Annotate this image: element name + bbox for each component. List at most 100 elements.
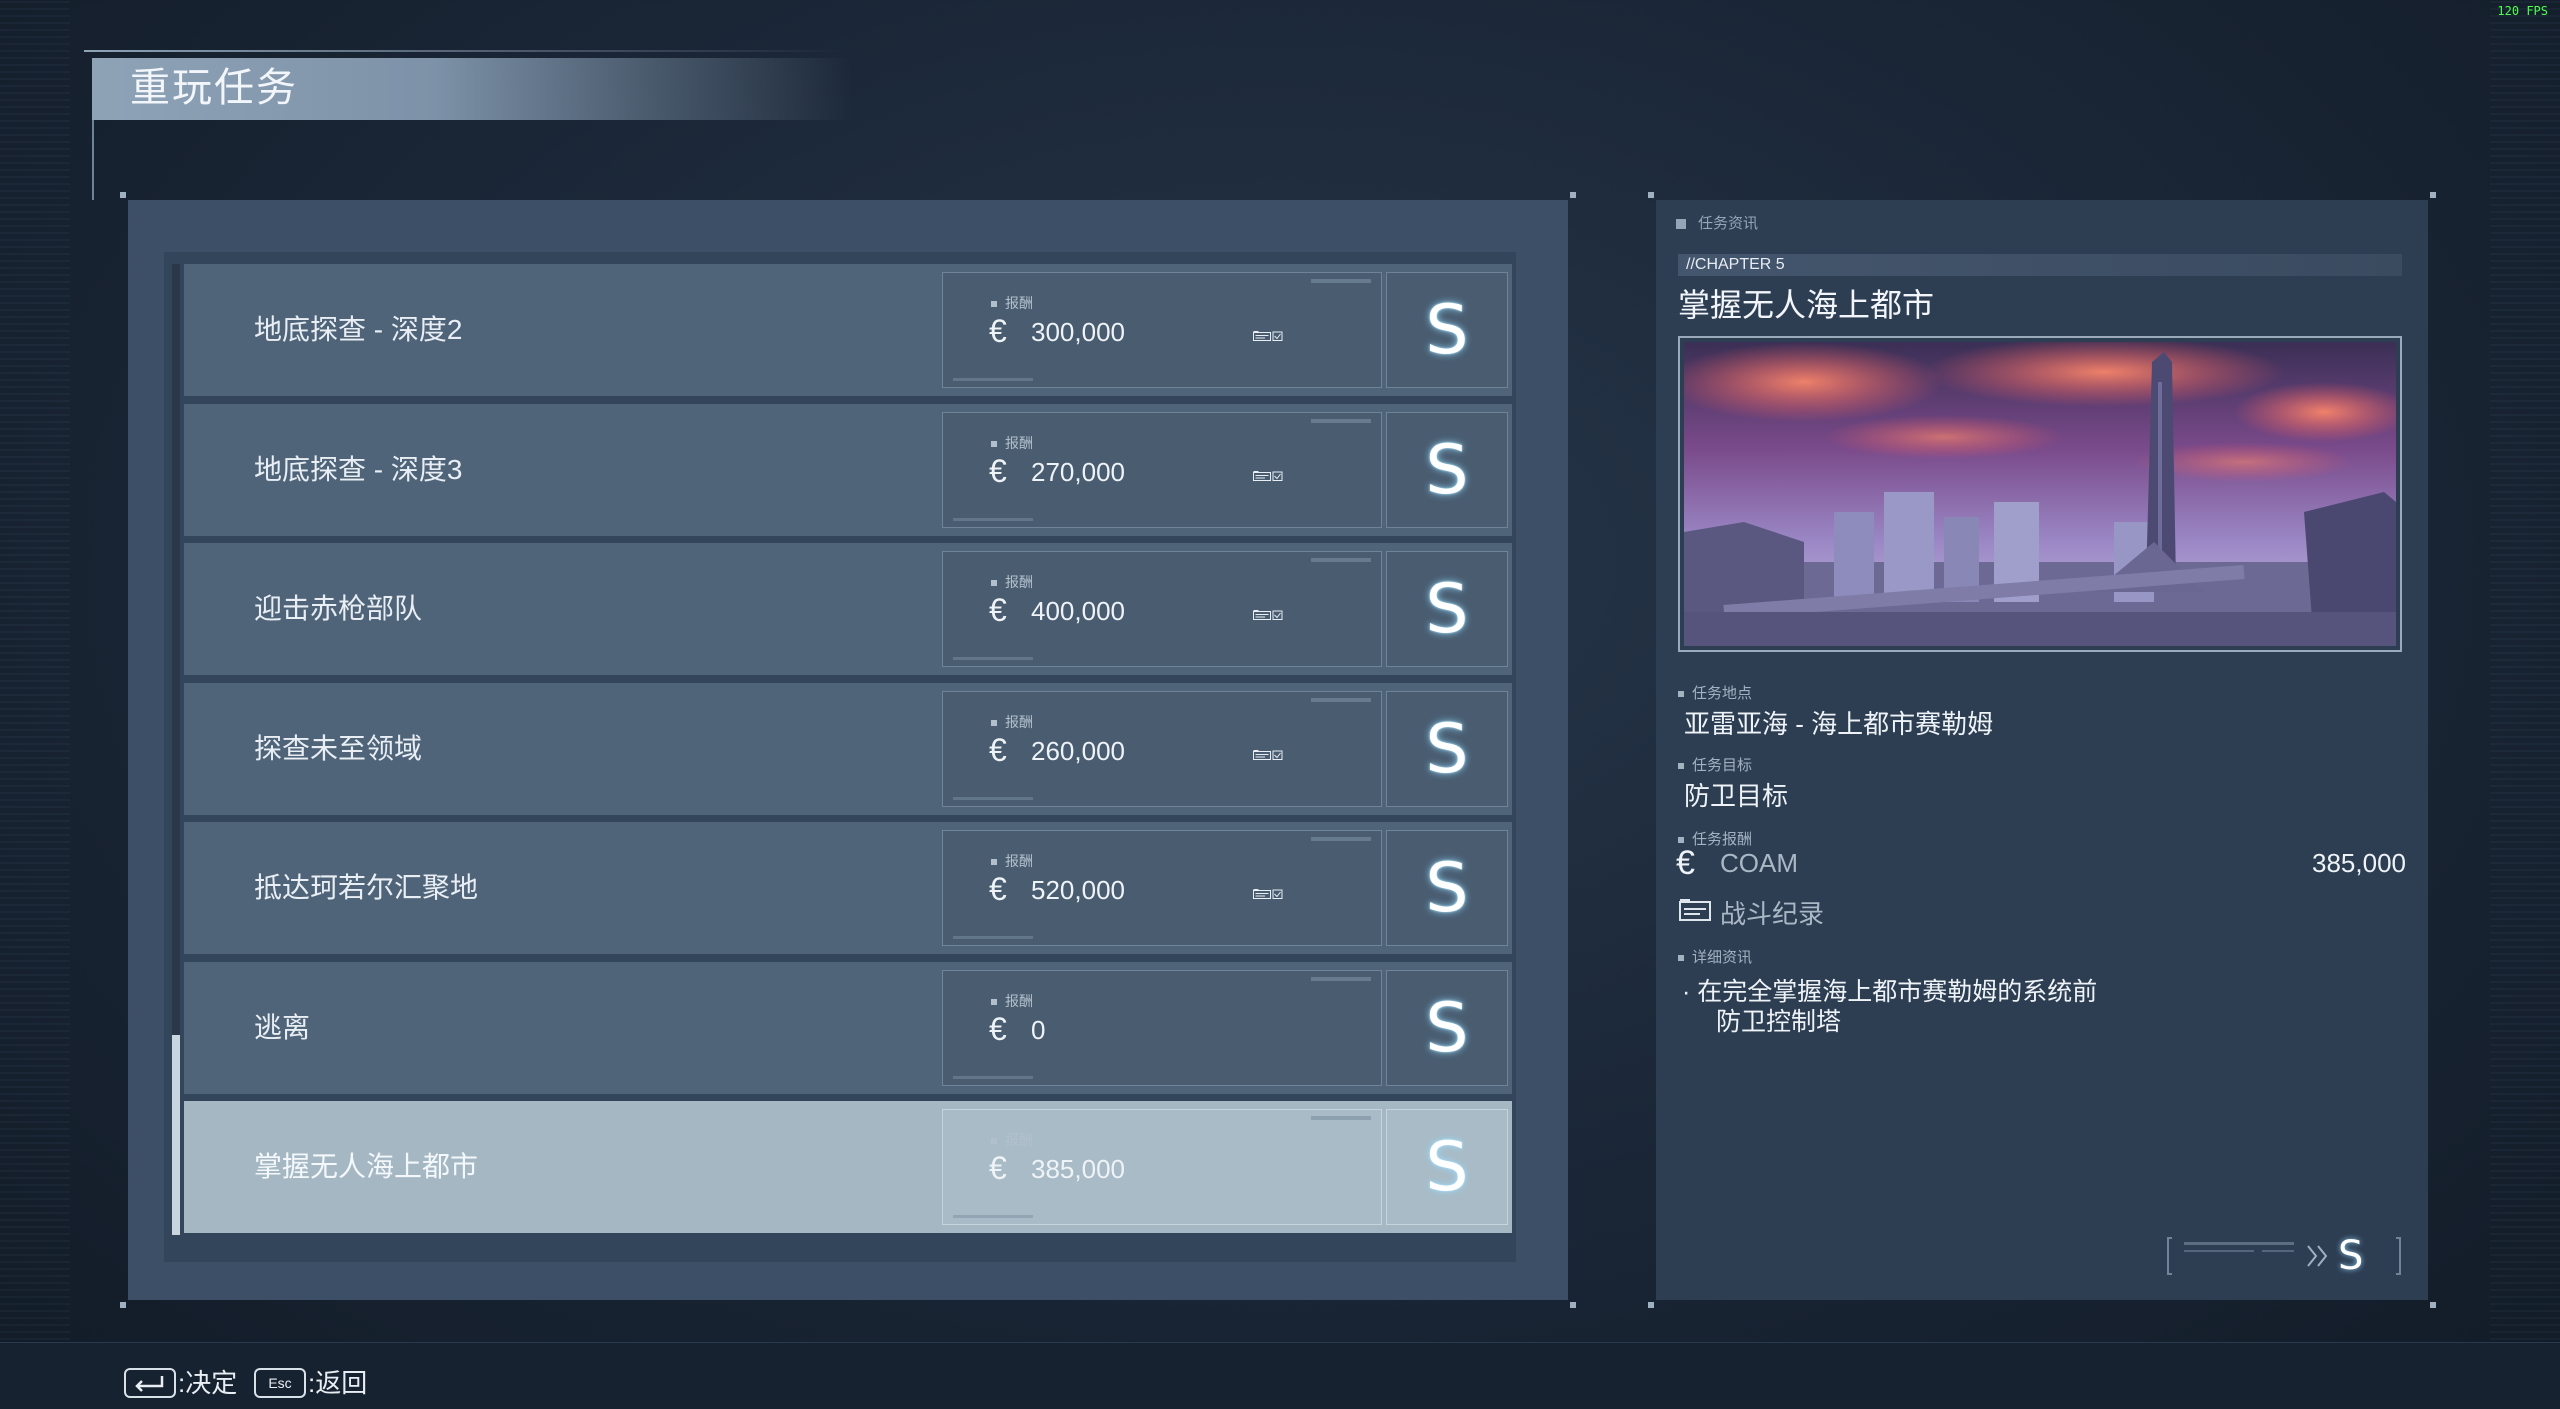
reward-label: 报酬 bbox=[991, 572, 1033, 592]
rank-letter: S bbox=[1425, 989, 1469, 1068]
mission-row[interactable]: 迎击赤枪部队 报酬 €400,000 S bbox=[184, 543, 1512, 679]
decor-line bbox=[953, 657, 1033, 660]
rank-letter: S bbox=[1425, 570, 1469, 649]
reward-label: 报酬 bbox=[991, 712, 1033, 732]
enter-key-button[interactable] bbox=[124, 1368, 176, 1398]
rank-badge: S bbox=[1386, 970, 1508, 1086]
location-label: 任务地点 bbox=[1678, 682, 1752, 703]
reward-panel: 报酬 €385,000 bbox=[942, 1109, 1382, 1225]
currency-icon: € bbox=[989, 1011, 1007, 1047]
location-value: 亚雷亚海 - 海上都市赛勒姆 bbox=[1684, 709, 1994, 739]
reward-value: 300,000 bbox=[1031, 317, 1125, 347]
rank-badge: S bbox=[1386, 551, 1508, 667]
combat-log-check-icon bbox=[1253, 750, 1283, 760]
scrollbar-thumb[interactable] bbox=[172, 1035, 180, 1235]
mission-name: 探查未至领域 bbox=[254, 733, 423, 764]
decor-line bbox=[953, 1215, 1033, 1218]
currency-icon: € bbox=[989, 313, 1007, 349]
decor-line bbox=[953, 936, 1033, 939]
combat-log-check-icon bbox=[1253, 889, 1283, 899]
corner-marker bbox=[1570, 192, 1576, 198]
sea-city-illustration bbox=[1664, 337, 2414, 646]
reward-value: 260,000 bbox=[1031, 736, 1125, 766]
rank-badge: S bbox=[1386, 272, 1508, 388]
esc-key-button[interactable]: Esc bbox=[254, 1368, 306, 1398]
page-title: 重玩任务 bbox=[130, 66, 298, 110]
rank-letter: S bbox=[1425, 849, 1469, 928]
left-edge-texture bbox=[0, 0, 70, 1340]
mission-name: 迎击赤枪部队 bbox=[254, 593, 423, 624]
reward-panel: 报酬 €300,000 bbox=[942, 272, 1382, 388]
rank-indicator: S bbox=[2166, 1236, 2402, 1276]
mission-title: 掌握无人海上都市 bbox=[1678, 287, 1935, 323]
mission-name: 逃离 bbox=[254, 1012, 311, 1043]
decor-line bbox=[1311, 419, 1371, 423]
reward-label: 报酬 bbox=[991, 851, 1033, 871]
reward-panel: 报酬 €270,000 bbox=[942, 412, 1382, 528]
mission-row[interactable]: 探查未至领域 报酬 €260,000 S bbox=[184, 683, 1512, 819]
chapter-bar bbox=[1678, 254, 2402, 276]
decor-line bbox=[1311, 558, 1371, 562]
mission-row[interactable]: 逃离 报酬 €0 S bbox=[184, 962, 1512, 1098]
reward-label: 报酬 bbox=[991, 991, 1033, 1011]
confirm-hint: :决定 bbox=[178, 1368, 238, 1398]
mission-name: 掌握无人海上都市 bbox=[254, 1151, 479, 1182]
mission-preview-image bbox=[1664, 336, 2414, 652]
objective-label: 任务目标 bbox=[1678, 754, 1752, 775]
fps-counter: 120 FPS bbox=[2497, 4, 2548, 18]
mission-row[interactable]: 地底探查 - 深度2 报酬 €300,000 S bbox=[184, 264, 1512, 400]
corner-marker bbox=[120, 1302, 126, 1308]
chapter-label: //CHAPTER 5 bbox=[1686, 256, 1785, 273]
combat-log-label: 战斗纪录 bbox=[1720, 899, 1825, 929]
combat-log-check-icon bbox=[1253, 610, 1283, 620]
mission-row[interactable]: 抵达珂若尔汇聚地 报酬 €520,000 S bbox=[184, 822, 1512, 958]
mission-row[interactable]: 地底探查 - 深度3 报酬 €270,000 S bbox=[184, 404, 1512, 540]
enter-key-icon bbox=[135, 1376, 164, 1392]
rank-letter: S bbox=[1425, 710, 1469, 789]
reward-value: 385,000 bbox=[2312, 848, 2406, 878]
currency-icon: € bbox=[989, 871, 1007, 907]
reward-label: 报酬 bbox=[991, 1130, 1033, 1150]
corner-marker bbox=[2430, 1302, 2436, 1308]
right-edge-texture bbox=[2490, 0, 2560, 1340]
mission-name: 地底探查 - 深度2 bbox=[254, 314, 463, 345]
rank-badge: S bbox=[1386, 412, 1508, 528]
currency-icon: € bbox=[989, 453, 1007, 489]
reward-panel: 报酬 €260,000 bbox=[942, 691, 1382, 807]
reward-panel: 报酬 €0 bbox=[942, 970, 1382, 1086]
corner-marker bbox=[1648, 1302, 1654, 1308]
back-hint: :返回 bbox=[308, 1368, 368, 1398]
reward-label: 报酬 bbox=[991, 433, 1033, 453]
currency-icon: € bbox=[989, 732, 1007, 768]
currency-icon: € bbox=[989, 1150, 1007, 1186]
decor-line bbox=[953, 378, 1033, 381]
title-top-line bbox=[84, 50, 844, 52]
footer-bar bbox=[0, 1342, 2560, 1409]
detail-line-2: 防卫控制塔 bbox=[1716, 1008, 1842, 1036]
rank-badge: S bbox=[1386, 1109, 1508, 1225]
mission-row[interactable]: 掌握无人海上都市 报酬 €385,000 S bbox=[184, 1101, 1512, 1237]
mission-name: 抵达珂若尔汇聚地 bbox=[254, 872, 479, 903]
decor-line bbox=[953, 518, 1033, 521]
decor-line bbox=[953, 797, 1033, 800]
mission-name: 地底探查 - 深度3 bbox=[254, 454, 463, 485]
objective-value: 防卫目标 bbox=[1684, 781, 1789, 811]
rank-frame-icon bbox=[2167, 1237, 2401, 1275]
reward-source: COAM bbox=[1720, 848, 1798, 878]
corner-marker bbox=[120, 192, 126, 198]
decor-line bbox=[1311, 279, 1371, 283]
decor-line bbox=[1311, 837, 1371, 841]
currency-icon: € bbox=[989, 592, 1007, 628]
reward-value: 0 bbox=[1031, 1015, 1046, 1045]
reward-value: 385,000 bbox=[1031, 1154, 1125, 1184]
currency-icon: € bbox=[1676, 844, 1695, 882]
reward-panel: 报酬 €400,000 bbox=[942, 551, 1382, 667]
rank-letter: S bbox=[1425, 291, 1469, 370]
rank-letter: S bbox=[1425, 431, 1469, 510]
detail-label: 详细资讯 bbox=[1678, 946, 1752, 967]
combat-log-icon bbox=[1679, 899, 1711, 921]
corner-marker bbox=[1648, 192, 1654, 198]
rank-letter: S bbox=[1425, 1128, 1469, 1207]
decor-line bbox=[1311, 698, 1371, 702]
combat-log-check-icon bbox=[1253, 471, 1283, 481]
